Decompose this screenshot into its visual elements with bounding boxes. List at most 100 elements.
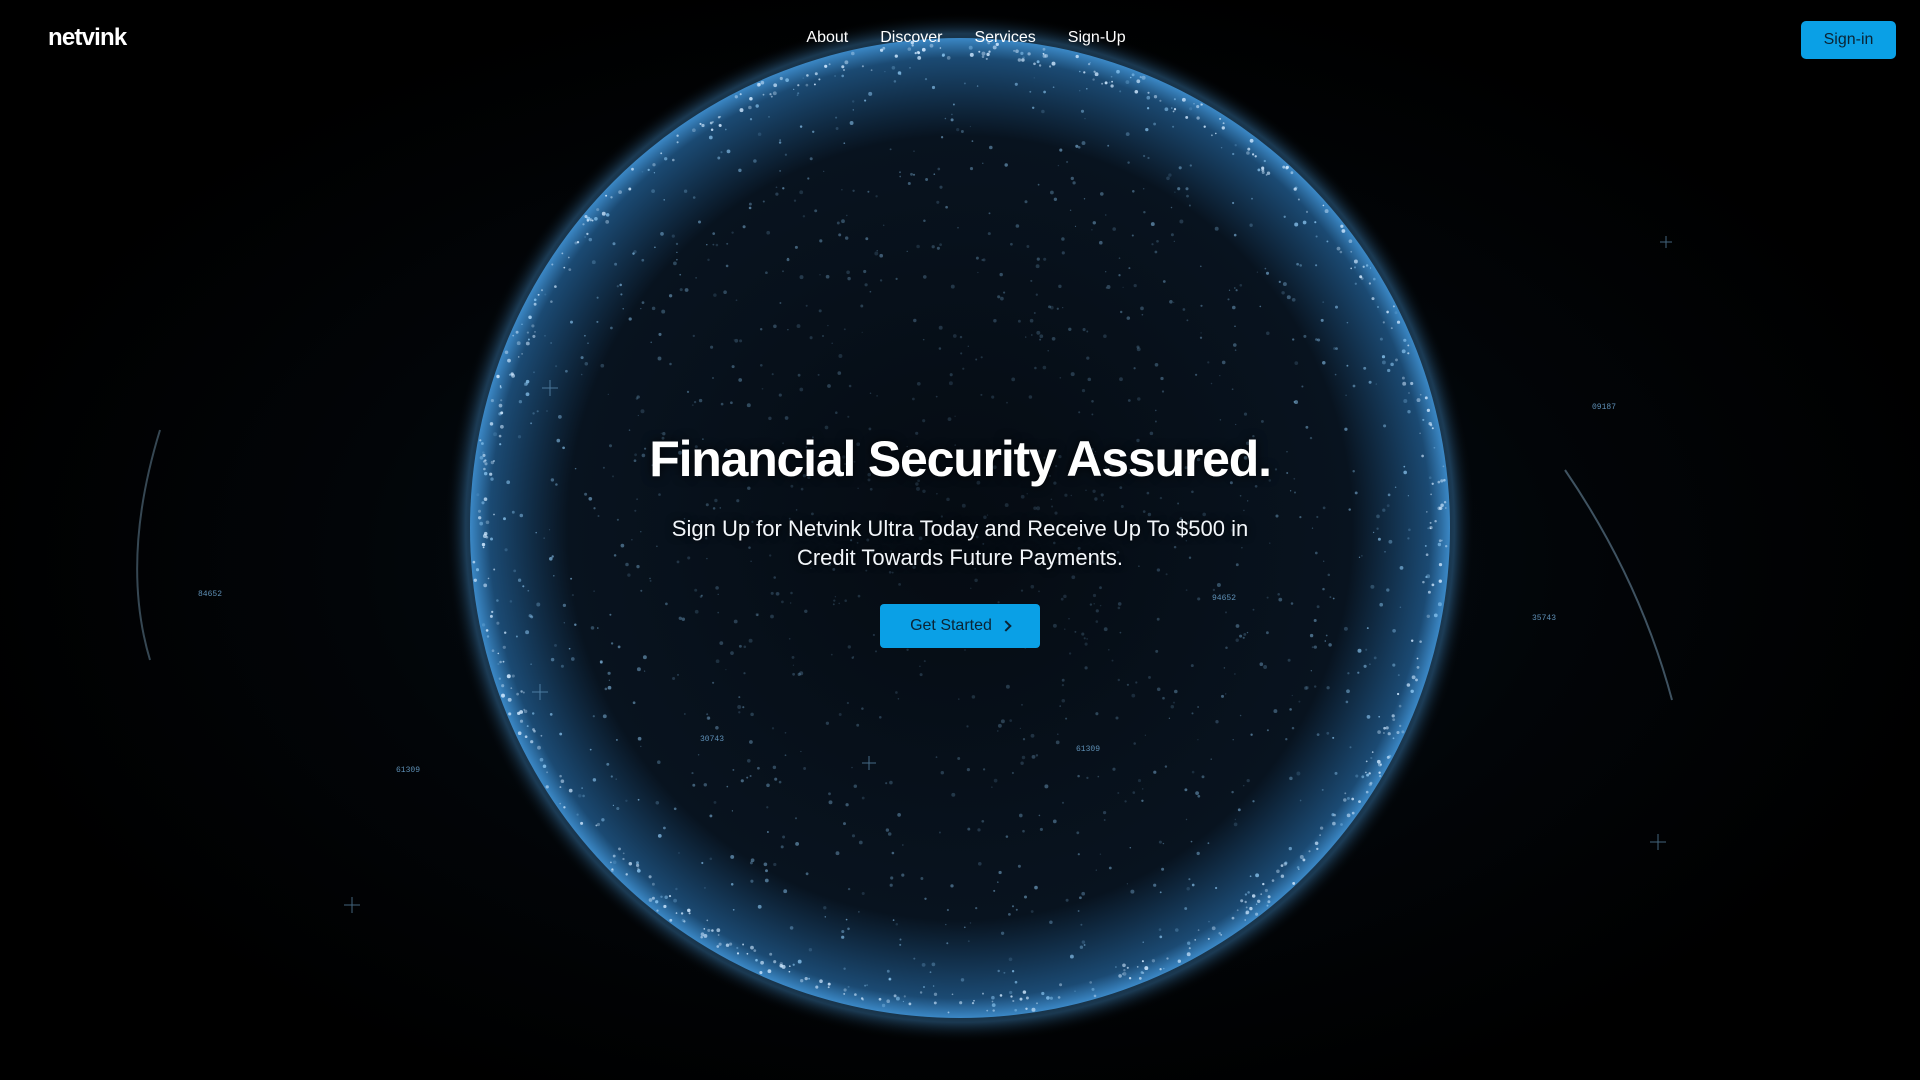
globe-dot: [1246, 778, 1250, 783]
globe-dot: [1284, 861, 1288, 865]
globe-dot: [712, 243, 715, 246]
globe-rim-dot: [1382, 732, 1385, 734]
globe-rim-dot: [525, 341, 530, 346]
nav-link-discover[interactable]: Discover: [880, 29, 942, 47]
globe-rim-dot: [815, 985, 819, 989]
globe-dot: [830, 653, 833, 656]
globe-rim-dot: [1260, 893, 1263, 896]
globe-dot: [784, 731, 787, 734]
globe-dot: [703, 886, 706, 889]
globe-rim-dot: [1252, 153, 1255, 156]
globe-rim-dot: [1406, 683, 1411, 687]
globe-rim-dot: [574, 241, 578, 245]
globe-dot: [866, 984, 869, 987]
globe-dot: [653, 172, 656, 174]
globe-dot: [532, 412, 535, 415]
globe-rim-dot: [1360, 277, 1364, 280]
globe-dot: [748, 206, 752, 210]
globe-dot: [879, 716, 882, 719]
globe-dot: [1083, 198, 1086, 200]
globe-dot: [1026, 245, 1030, 248]
globe-dot: [1237, 808, 1241, 812]
nav-link-sign-up[interactable]: Sign-Up: [1068, 29, 1126, 47]
globe-dot: [1075, 144, 1079, 148]
top-navbar: netvink About Discover Services Sign-Up …: [0, 0, 1920, 80]
globe-rim-dot: [762, 93, 765, 96]
globe-dot: [640, 409, 645, 414]
globe-dot: [778, 780, 782, 784]
globe-rim-dot: [1153, 95, 1158, 99]
globe-dot: [1142, 187, 1145, 190]
globe-rim-dot: [1261, 170, 1265, 175]
sign-in-button[interactable]: Sign-in: [1801, 21, 1896, 59]
globe-dot: [1287, 658, 1291, 662]
globe-dot: [1107, 144, 1110, 147]
globe-dot: [1005, 835, 1009, 838]
globe-dot: [969, 922, 972, 924]
globe-dot: [879, 279, 883, 282]
globe-dot: [1059, 705, 1061, 707]
globe-dot: [1042, 365, 1047, 370]
globe-dot: [954, 415, 956, 417]
nav-link-services[interactable]: Services: [974, 29, 1035, 47]
globe-dot: [1000, 719, 1005, 724]
globe-dot: [1381, 355, 1386, 359]
globe-rim-dot: [1410, 381, 1414, 386]
globe-dot: [1390, 362, 1394, 367]
globe-dot: [959, 335, 963, 339]
globe-dot: [895, 922, 899, 926]
globe-dot: [851, 766, 853, 769]
globe-dot: [615, 738, 618, 741]
globe-dot: [1322, 301, 1325, 303]
globe-rim-dot: [507, 697, 512, 702]
globe-rim-dot: [1359, 275, 1363, 279]
globe-rim-dot: [1012, 999, 1015, 1003]
globe-dot: [1083, 944, 1086, 946]
globe-dot: [755, 958, 758, 962]
globe-dot: [1005, 684, 1010, 689]
globe-dot: [1234, 673, 1236, 675]
globe-rim-dot: [843, 992, 846, 995]
globe-rim-dot: [1240, 899, 1244, 903]
globe-rim-dot: [710, 128, 714, 132]
globe-dot: [526, 725, 529, 728]
globe-dot: [1154, 409, 1157, 412]
globe-dot: [1118, 274, 1121, 277]
globe-dot: [1038, 814, 1041, 817]
globe-dot: [888, 977, 892, 981]
globe-dot: [1168, 173, 1172, 177]
globe-dot: [1378, 715, 1381, 718]
globe-rim-dot: [767, 969, 772, 974]
globe-rim-dot: [523, 708, 526, 711]
globe-dot: [1056, 307, 1059, 310]
globe-dot: [1313, 685, 1317, 688]
globe-dot: [869, 392, 872, 394]
globe-rim-dot: [576, 240, 580, 244]
globe-dot: [938, 347, 942, 350]
globe-rim-dot: [559, 786, 562, 789]
globe-dot: [766, 806, 769, 809]
globe-dot: [608, 679, 611, 681]
globe-dot: [803, 767, 807, 770]
globe-dot: [589, 748, 592, 751]
globe-dot: [1108, 866, 1112, 870]
globe-dot: [1263, 665, 1268, 669]
globe-rim-dot: [717, 116, 721, 119]
globe-dot: [1199, 336, 1203, 339]
globe-dot: [1052, 86, 1055, 89]
globe-dot: [991, 1003, 996, 1007]
globe-dot: [1155, 649, 1159, 653]
get-started-button[interactable]: Get Started: [880, 604, 1040, 648]
globe-dot: [1210, 758, 1212, 760]
globe-dot: [936, 246, 940, 250]
globe-dot: [1136, 345, 1140, 349]
globe-rim-dot: [773, 960, 777, 964]
globe-dot: [592, 778, 597, 782]
globe-dot: [768, 116, 770, 118]
globe-dot: [738, 711, 741, 714]
globe-dot: [764, 878, 769, 883]
nav-link-about[interactable]: About: [806, 29, 848, 47]
globe-rim-dot: [813, 83, 816, 86]
globe-rim-dot: [1365, 790, 1369, 794]
globe-dot: [937, 167, 941, 171]
